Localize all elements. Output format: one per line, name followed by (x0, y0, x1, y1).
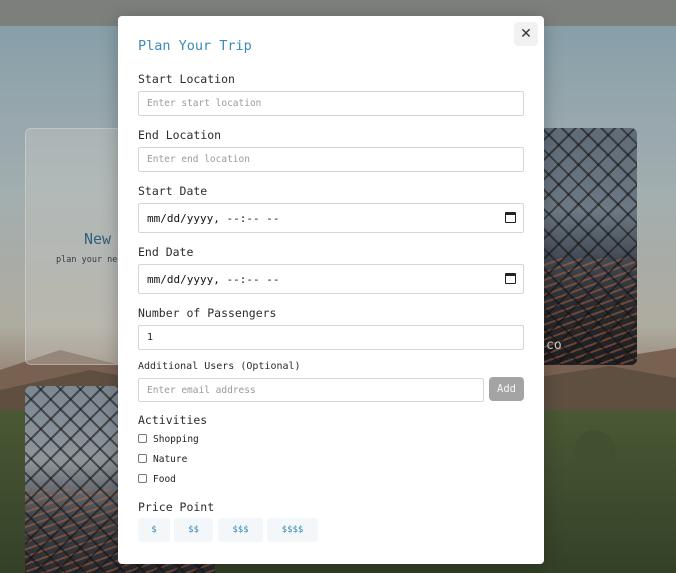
activities-label: Activities (138, 413, 208, 427)
start-location-label: Start Location (138, 72, 235, 86)
start-location-placeholder: Enter start location (147, 98, 262, 109)
additional-users-label: Additional Users (Optional) (138, 361, 301, 372)
close-button[interactable]: ✕ (514, 22, 538, 46)
shopping-label: Shopping (153, 434, 199, 445)
start-date-input[interactable]: mm/dd/yyyy, --:-- -- (138, 203, 524, 233)
email-input[interactable]: Enter email address (138, 378, 484, 402)
price-option-4[interactable]: $$$$ (267, 518, 318, 542)
food-checkbox[interactable] (138, 474, 147, 483)
start-date-value: mm/dd/yyyy, --:-- -- (147, 211, 280, 225)
passengers-label: Number of Passengers (138, 306, 277, 320)
end-location-placeholder: Enter end location (147, 154, 250, 165)
start-date-label: Start Date (138, 184, 208, 198)
price-point-label: Price Point (138, 500, 215, 514)
price-option-3[interactable]: $$$ (218, 518, 263, 542)
end-location-label: End Location (138, 128, 222, 142)
calendar-icon[interactable] (505, 212, 516, 223)
price-option-2[interactable]: $$ (174, 518, 213, 542)
end-date-value: mm/dd/yyyy, --:-- -- (147, 272, 280, 286)
activity-shopping[interactable]: Shopping (138, 434, 199, 445)
price-option-1[interactable]: $ (138, 518, 170, 542)
passengers-input[interactable]: 1 (138, 325, 524, 350)
email-placeholder: Enter email address (147, 384, 256, 396)
calendar-icon[interactable] (505, 273, 516, 284)
end-location-input[interactable]: Enter end location (138, 147, 524, 172)
add-user-button[interactable]: Add (489, 377, 524, 401)
plan-trip-modal: ✕ Plan Your Trip Start Location Enter st… (118, 16, 544, 564)
passengers-value: 1 (147, 332, 154, 343)
activity-nature[interactable]: Nature (138, 454, 187, 465)
shopping-checkbox[interactable] (138, 434, 147, 443)
modal-title: Plan Your Trip (138, 38, 252, 54)
activity-food[interactable]: Food (138, 474, 176, 485)
start-location-input[interactable]: Enter start location (138, 91, 524, 116)
food-label: Food (153, 474, 176, 485)
end-date-input[interactable]: mm/dd/yyyy, --:-- -- (138, 264, 524, 294)
nature-checkbox[interactable] (138, 454, 147, 463)
close-icon: ✕ (520, 26, 532, 42)
nature-label: Nature (153, 454, 188, 465)
end-date-label: End Date (138, 245, 194, 259)
